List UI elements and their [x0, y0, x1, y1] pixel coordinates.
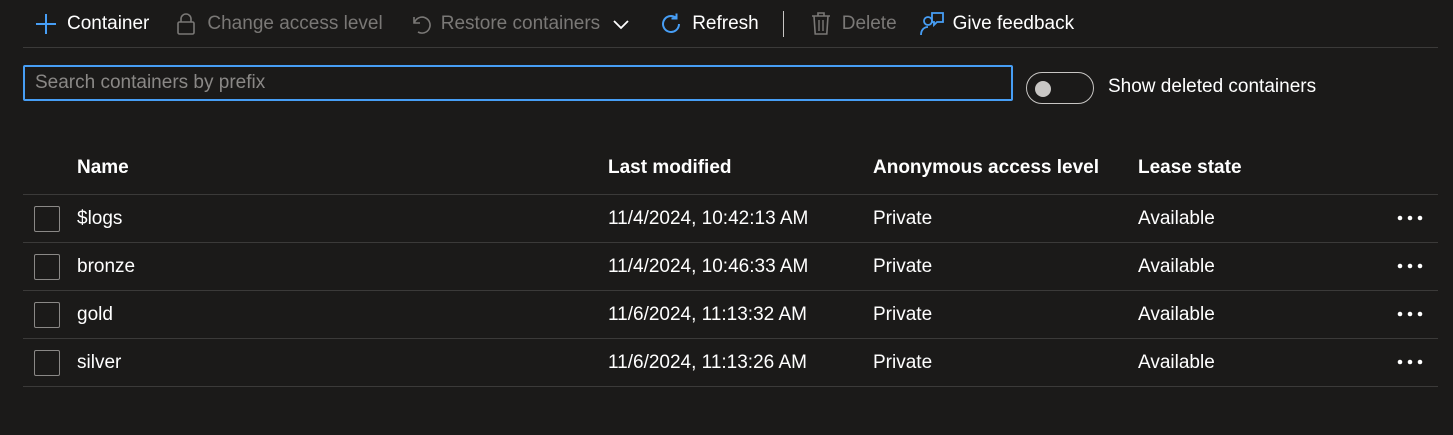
toggle-knob [1035, 81, 1051, 97]
show-deleted-label: Show deleted containers [1108, 76, 1317, 97]
more-actions-icon[interactable] [1393, 201, 1427, 235]
column-header-name[interactable]: Name [77, 157, 129, 179]
access-level-cell: Private [873, 208, 933, 229]
add-container-button[interactable]: Container [33, 2, 149, 46]
column-header-access-level[interactable]: Anonymous access level [873, 157, 1099, 179]
row-checkbox[interactable] [34, 302, 60, 328]
row-checkbox[interactable] [34, 206, 60, 232]
plus-icon [33, 11, 59, 37]
table-row[interactable]: bronze 11/4/2024, 10:46:33 AM Private Av… [23, 243, 1438, 291]
more-actions-icon[interactable] [1393, 297, 1427, 331]
more-actions-icon[interactable] [1393, 345, 1427, 379]
give-feedback-button[interactable]: Give feedback [919, 2, 1074, 46]
add-container-label: Container [67, 12, 150, 34]
column-header-last-modified[interactable]: Last modified [608, 157, 732, 179]
lease-state-cell: Available [1138, 352, 1215, 373]
container-name-link[interactable]: silver [77, 352, 121, 374]
undo-icon [407, 11, 433, 37]
search-input[interactable] [23, 65, 1013, 101]
chevron-down-icon[interactable] [610, 11, 632, 37]
column-header-lease-state[interactable]: Lease state [1138, 157, 1242, 179]
last-modified-cell: 11/4/2024, 10:42:13 AM [608, 208, 809, 229]
refresh-icon [658, 11, 684, 37]
container-name-link[interactable]: bronze [77, 256, 135, 278]
last-modified-cell: 11/6/2024, 11:13:26 AM [608, 352, 807, 373]
show-deleted-toggle[interactable] [1026, 72, 1094, 104]
give-feedback-label: Give feedback [952, 12, 1075, 34]
lease-state-cell: Available [1138, 304, 1215, 325]
restore-containers-label: Restore containers [440, 12, 601, 34]
delete-button[interactable]: Delete [808, 2, 897, 46]
change-access-level-label: Change access level [207, 12, 383, 34]
access-level-cell: Private [873, 256, 933, 277]
access-level-cell: Private [873, 304, 933, 325]
lock-icon [173, 11, 199, 37]
trash-icon [808, 11, 834, 37]
delete-label: Delete [841, 12, 897, 34]
table-row[interactable]: $logs 11/4/2024, 10:42:13 AM Private Ava… [23, 195, 1438, 243]
last-modified-cell: 11/4/2024, 10:46:33 AM [608, 256, 809, 277]
table-row[interactable]: silver 11/6/2024, 11:13:26 AM Private Av… [23, 339, 1438, 387]
restore-containers-button[interactable]: Restore containers [407, 2, 632, 46]
lease-state-cell: Available [1138, 208, 1215, 229]
lease-state-cell: Available [1138, 256, 1215, 277]
change-access-level-button[interactable]: Change access level [173, 2, 383, 46]
toolbar-divider [782, 10, 784, 37]
table-row[interactable]: gold 11/6/2024, 11:13:32 AM Private Avai… [23, 291, 1438, 339]
access-level-cell: Private [873, 352, 933, 373]
container-name-link[interactable]: $logs [77, 208, 122, 230]
containers-table: Name Last modified Anonymous access leve… [23, 145, 1438, 387]
row-checkbox[interactable] [34, 350, 60, 376]
container-name-link[interactable]: gold [77, 304, 113, 326]
command-bar: Container Change access level Restore co… [23, 0, 1438, 48]
refresh-label: Refresh [692, 12, 759, 34]
row-checkbox[interactable] [34, 254, 60, 280]
feedback-icon [919, 11, 945, 37]
table-header: Name Last modified Anonymous access leve… [23, 145, 1438, 195]
more-actions-icon[interactable] [1393, 249, 1427, 283]
refresh-button[interactable]: Refresh [658, 2, 759, 46]
last-modified-cell: 11/6/2024, 11:13:32 AM [608, 304, 807, 325]
